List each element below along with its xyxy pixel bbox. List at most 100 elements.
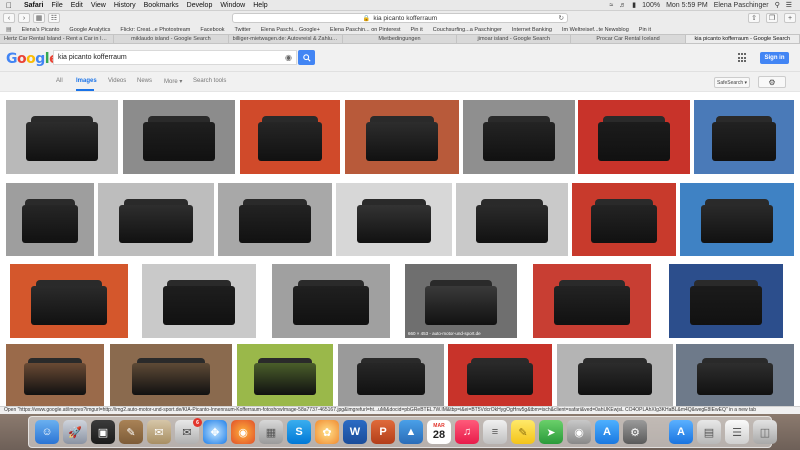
itunes-icon[interactable]: ♫ bbox=[455, 420, 479, 444]
menu-view[interactable]: View bbox=[91, 2, 106, 9]
keynote-icon[interactable]: ▲ bbox=[399, 420, 423, 444]
address-bar[interactable]: 🔒 kia picanto kofferraum ↻ bbox=[232, 13, 568, 23]
image-result-thumbnail[interactable] bbox=[6, 100, 118, 174]
browser-tab[interactable]: billiger-mietwagen.de: Autovreisl & Zahl… bbox=[229, 35, 343, 43]
dashboard-icon[interactable]: ▣ bbox=[91, 420, 115, 444]
menubar-clock[interactable]: Mon 5:59 PM bbox=[666, 2, 708, 9]
image-result-thumbnail[interactable] bbox=[142, 264, 256, 338]
image-result-thumbnail[interactable] bbox=[533, 264, 651, 338]
menu-window[interactable]: Window bbox=[220, 2, 245, 9]
applications-folder-icon[interactable]: A bbox=[669, 420, 693, 444]
browser-tab[interactable]: Procar Car Rental Iceland bbox=[571, 35, 686, 43]
favorite-item[interactable]: Internet Banking bbox=[512, 27, 552, 33]
menu-file[interactable]: File bbox=[51, 2, 62, 9]
browser-tab[interactable]: miklaudo island - Google Search bbox=[114, 35, 229, 43]
new-tab-button[interactable]: + bbox=[784, 13, 796, 23]
photo-booth-icon[interactable]: ◉ bbox=[567, 420, 591, 444]
stickies-icon[interactable]: ✎ bbox=[511, 420, 535, 444]
image-result-thumbnail[interactable] bbox=[240, 100, 340, 174]
top-sites-button[interactable]: ☷ bbox=[48, 13, 60, 23]
trash-icon[interactable]: ◫ bbox=[753, 420, 777, 444]
image-result-thumbnail[interactable] bbox=[6, 344, 104, 406]
battery-icon[interactable]: ▮ bbox=[632, 1, 636, 9]
downloads-stack-icon[interactable]: ☰ bbox=[725, 420, 749, 444]
image-result-thumbnail[interactable] bbox=[336, 183, 452, 256]
bookmarks-book-icon[interactable]: ▤ bbox=[6, 26, 12, 33]
settings-button[interactable]: ⚙ bbox=[758, 76, 786, 88]
image-result-thumbnail[interactable] bbox=[572, 183, 676, 256]
favorite-item[interactable]: Elena Paschi... Google+ bbox=[261, 27, 320, 33]
tab-videos[interactable]: Videos bbox=[108, 78, 126, 84]
image-result-thumbnail[interactable] bbox=[448, 344, 552, 406]
wifi-icon[interactable]: ≈ bbox=[609, 2, 613, 9]
favorite-item[interactable]: Couchsurfing...a Paschinger bbox=[433, 27, 502, 33]
apps-folder-icon[interactable]: ▦ bbox=[259, 420, 283, 444]
image-result-thumbnail[interactable] bbox=[680, 183, 794, 256]
tab-more[interactable]: More ▾ bbox=[164, 78, 182, 85]
image-result-thumbnail[interactable] bbox=[676, 344, 794, 406]
image-result-thumbnail[interactable] bbox=[578, 100, 690, 174]
menu-develop[interactable]: Develop bbox=[187, 2, 213, 9]
documents-folder-icon[interactable]: ▤ bbox=[697, 420, 721, 444]
image-result-thumbnail[interactable] bbox=[463, 100, 575, 174]
search-input[interactable]: kia picanto kofferraum ◉ bbox=[53, 50, 297, 65]
google-logo[interactable]: Google bbox=[6, 51, 59, 67]
favorite-item[interactable]: Im Weltreisef...te Newsblog bbox=[562, 27, 629, 33]
menubar-user[interactable]: Elena Paschinger bbox=[714, 2, 769, 9]
image-result-thumbnail[interactable] bbox=[110, 344, 232, 406]
image-result-thumbnail[interactable] bbox=[557, 344, 673, 406]
image-result-thumbnail[interactable] bbox=[6, 183, 94, 256]
powerpoint-icon[interactable]: P bbox=[371, 420, 395, 444]
skype-icon[interactable]: S bbox=[287, 420, 311, 444]
share-button[interactable]: ⇧ bbox=[748, 13, 760, 23]
image-result-thumbnail[interactable] bbox=[237, 344, 333, 406]
favorite-item[interactable]: Pin it bbox=[411, 27, 423, 33]
menu-app[interactable]: Safari bbox=[24, 2, 43, 9]
safesearch-dropdown[interactable]: SafeSearch ▾ bbox=[714, 77, 750, 88]
volume-icon[interactable]: ♬ bbox=[619, 2, 626, 9]
search-button[interactable] bbox=[298, 50, 315, 65]
menu-history[interactable]: History bbox=[114, 2, 136, 9]
menu-help[interactable]: Help bbox=[253, 2, 267, 9]
sign-in-button[interactable]: Sign in bbox=[760, 52, 789, 64]
camera-icon[interactable]: ◉ bbox=[285, 53, 292, 62]
image-result-thumbnail[interactable] bbox=[218, 183, 332, 256]
tabs-overview-button[interactable]: ❐ bbox=[766, 13, 778, 23]
tab-all[interactable]: All bbox=[56, 78, 63, 84]
image-result-thumbnail[interactable] bbox=[123, 100, 235, 174]
image-result-thumbnail[interactable] bbox=[456, 183, 568, 256]
firefox-icon[interactable]: ◉ bbox=[231, 420, 255, 444]
maps-icon[interactable]: ➤ bbox=[539, 420, 563, 444]
word-icon[interactable]: W bbox=[343, 420, 367, 444]
favorite-item[interactable]: Pin it bbox=[639, 27, 651, 33]
menu-bookmarks[interactable]: Bookmarks bbox=[144, 2, 179, 9]
image-result-thumbnail[interactable] bbox=[338, 344, 444, 406]
browser-tab[interactable]: jimoar island - Google Search bbox=[457, 35, 572, 43]
app-store-icon[interactable]: A bbox=[595, 420, 619, 444]
safari-icon[interactable]: ✥ bbox=[203, 420, 227, 444]
forward-button[interactable]: › bbox=[18, 13, 30, 23]
menu-edit[interactable]: Edit bbox=[71, 2, 83, 9]
apps-grid-icon[interactable] bbox=[738, 53, 748, 63]
system-preferences-icon[interactable]: ⚙ bbox=[623, 420, 647, 444]
image-result-thumbnail[interactable] bbox=[272, 264, 390, 338]
browser-tab[interactable]: Mietbedingungen bbox=[343, 35, 458, 43]
spotlight-icon[interactable]: ⚲ bbox=[775, 1, 780, 9]
mail-icon[interactable]: ✉ 6 bbox=[175, 418, 202, 444]
sidebar-button[interactable]: ▦ bbox=[33, 13, 45, 23]
notes-app-icon[interactable]: ✎ bbox=[119, 420, 143, 444]
calendar-icon[interactable]: MAR 28 bbox=[427, 420, 451, 444]
image-result-thumbnail[interactable] bbox=[98, 183, 214, 256]
search-tools-button[interactable]: Search tools bbox=[193, 78, 226, 84]
back-button[interactable]: ‹ bbox=[3, 13, 15, 23]
apple-menu-icon[interactable]:  bbox=[6, 1, 16, 10]
favorite-item[interactable]: Elena Paschin... on Pinterest bbox=[330, 27, 401, 33]
favorite-item[interactable]: Flickr: Creat...e Photostream bbox=[120, 27, 190, 33]
tab-images[interactable]: Images bbox=[76, 78, 97, 84]
reminders-icon[interactable]: ≡ bbox=[483, 420, 507, 444]
photos-icon[interactable]: ✿ bbox=[315, 420, 339, 444]
image-result-thumbnail[interactable]: 660 × 453 - auto-motor-und-sport.de bbox=[405, 264, 517, 338]
notification-center-icon[interactable]: ☰ bbox=[786, 1, 792, 9]
tab-news[interactable]: News bbox=[137, 78, 152, 84]
image-result-thumbnail[interactable] bbox=[669, 264, 783, 338]
